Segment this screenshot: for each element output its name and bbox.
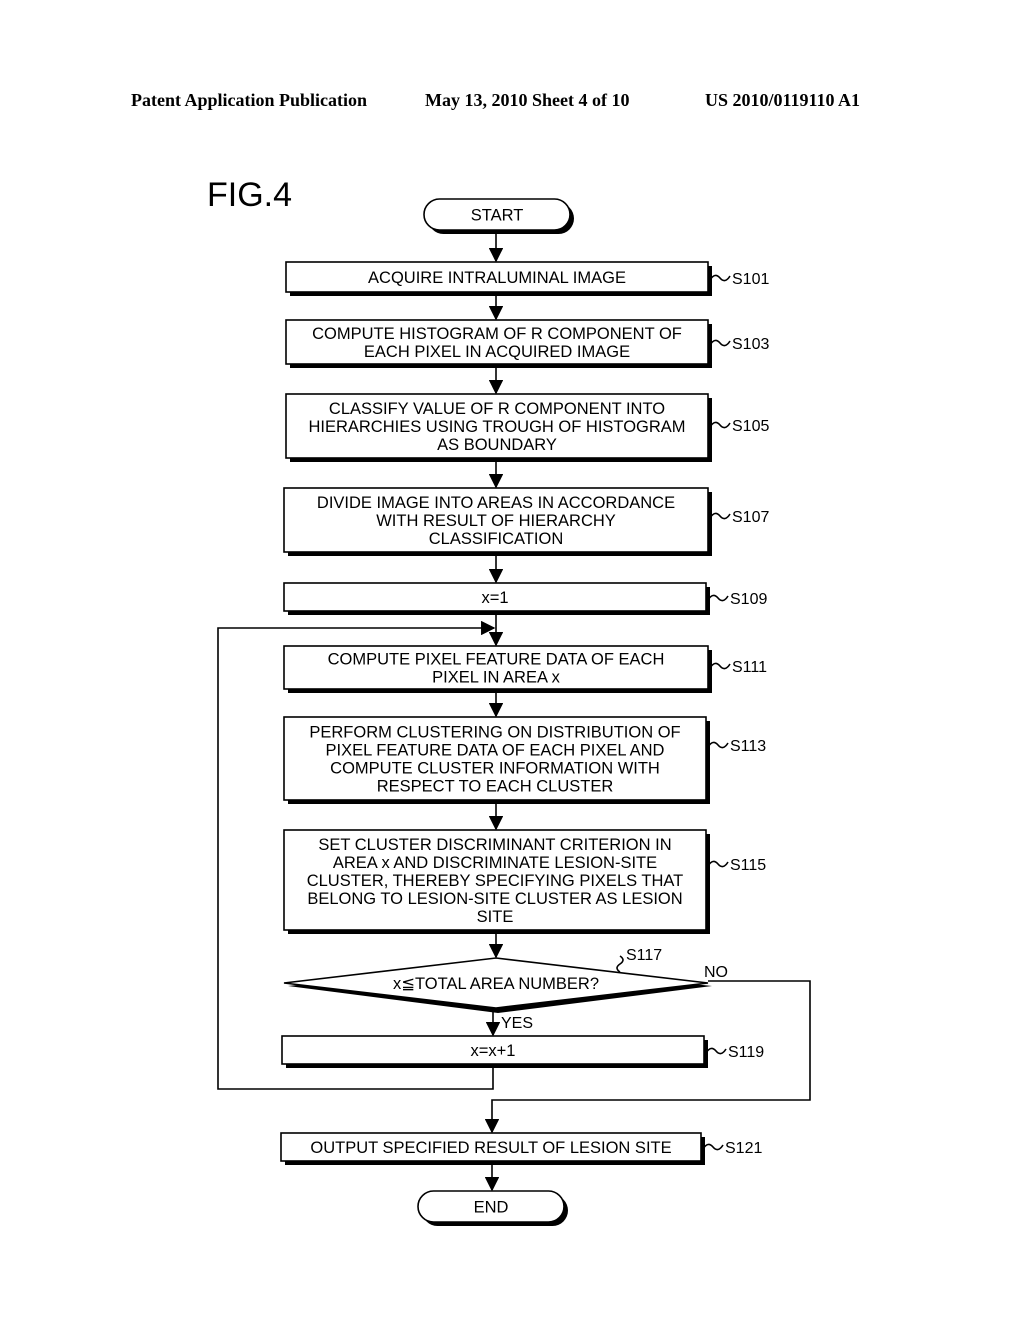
process-step-s111-text: COMPUTE PIXEL FEATURE DATA OF EACH xyxy=(328,651,665,669)
step-label: S113 xyxy=(730,738,766,755)
flowchart: START ACQUIRE INTRALUMINAL IMAGE S101 COMPU… xyxy=(217,198,811,1226)
end-terminal-label: END xyxy=(474,1199,509,1217)
step-label-leader xyxy=(709,662,731,670)
step-label-leader xyxy=(707,860,729,868)
yes-label: YES xyxy=(501,1015,533,1032)
process-step-s113-text: COMPUTE CLUSTER INFORMATION WITH xyxy=(330,760,660,778)
step-label: S115 xyxy=(730,857,766,874)
process-step-s103-text: EACH PIXEL IN ACQUIRED IMAGE xyxy=(364,343,630,361)
step-label: S101 xyxy=(732,271,769,288)
no-label: NO xyxy=(704,964,728,981)
step-label: S107 xyxy=(732,509,769,526)
step-label: S111 xyxy=(732,659,767,676)
process-step-s115-text: SITE xyxy=(477,908,514,926)
step-label-leader xyxy=(707,741,729,749)
step-label: S117 xyxy=(626,947,662,964)
process-step-s115-text: SET CLUSTER DISCRIMINANT CRITERION IN xyxy=(318,836,671,854)
process-step-s111-text: PIXEL IN AREA x xyxy=(432,669,561,687)
decision-text: x≦TOTAL AREA NUMBER? xyxy=(393,975,599,993)
process-step-s105-text: HIERARCHIES USING TROUGH OF HISTOGRAM xyxy=(308,418,685,436)
step-label-leader xyxy=(709,339,731,347)
process-step-s101-text: ACQUIRE INTRALUMINAL IMAGE xyxy=(368,269,626,287)
process-step-s105-text: AS BOUNDARY xyxy=(437,436,557,454)
step-label-leader xyxy=(616,955,624,973)
process-step-s109-text: x=1 xyxy=(481,589,508,607)
process-step-s121-text: OUTPUT SPECIFIED RESULT OF LESION SITE xyxy=(310,1139,671,1157)
process-step-s115-text: CLUSTER, THEREBY SPECIFYING PIXELS THAT xyxy=(307,872,684,890)
step-label-leader xyxy=(705,1047,727,1055)
step-label: S121 xyxy=(725,1140,762,1157)
process-step-s115-text: BELONG TO LESION-SITE CLUSTER AS LESION xyxy=(307,890,682,908)
process-step-s105-text: CLASSIFY VALUE OF R COMPONENT INTO xyxy=(329,400,665,418)
start-terminal-label: START xyxy=(471,207,524,225)
process-step-s107-text: CLASSIFICATION xyxy=(429,530,563,548)
process-step-s103-text: COMPUTE HISTOGRAM OF R COMPONENT OF xyxy=(312,325,682,343)
step-label: S109 xyxy=(730,591,767,608)
process-step-s107-text: DIVIDE IMAGE INTO AREAS IN ACCORDANCE xyxy=(317,494,675,512)
step-label: S103 xyxy=(732,336,769,353)
process-step-s113-text: PERFORM CLUSTERING ON DISTRIBUTION OF xyxy=(309,724,680,742)
step-label: S105 xyxy=(732,418,769,435)
step-label-leader xyxy=(702,1143,724,1151)
step-label-leader xyxy=(709,274,731,282)
step-label-leader xyxy=(707,594,729,602)
process-step-s115-text: AREA x AND DISCRIMINATE LESION-SITE xyxy=(333,854,657,872)
step-label-leader xyxy=(709,421,731,429)
process-step-s113-text: PIXEL FEATURE DATA OF EACH PIXEL AND xyxy=(326,742,665,760)
process-step-s107-text: WITH RESULT OF HIERARCHY xyxy=(376,512,616,530)
process-step-s119-text: x=x+1 xyxy=(471,1042,516,1060)
process-step-s113-text: RESPECT TO EACH CLUSTER xyxy=(377,778,614,796)
step-label-leader xyxy=(709,512,731,520)
step-label: S119 xyxy=(728,1044,764,1061)
